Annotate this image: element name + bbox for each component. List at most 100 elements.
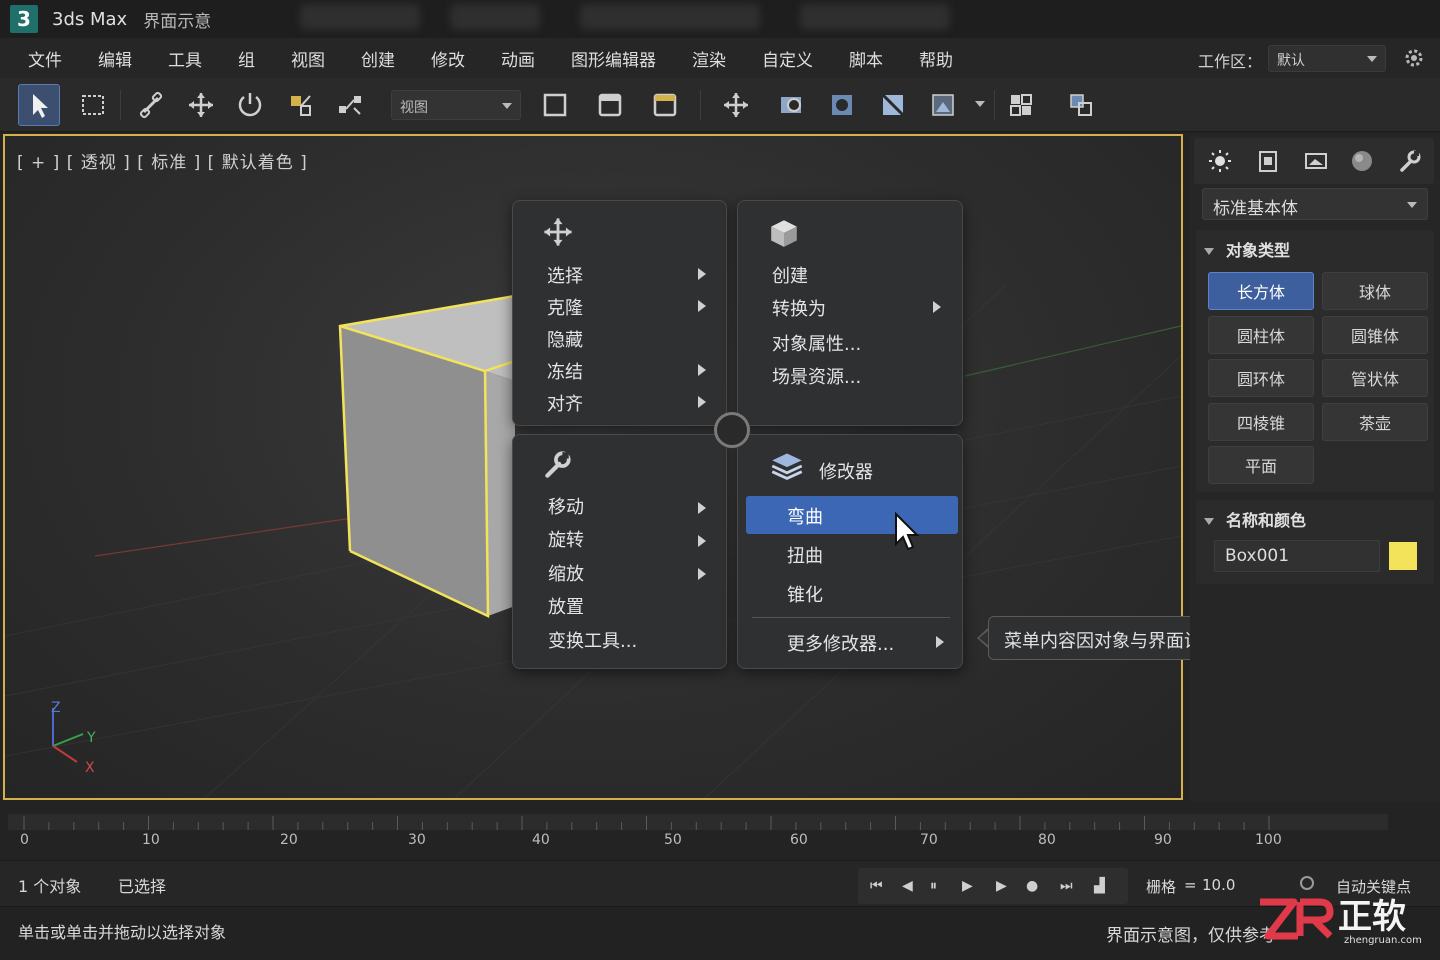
chevron-down-icon[interactable] — [975, 101, 985, 107]
menu-graph-editors[interactable]: 图形编辑器 — [571, 46, 656, 71]
quad-item-align[interactable]: 对齐 — [547, 390, 583, 416]
window-subtitle: 界面示意 — [143, 11, 212, 32]
render-setup-icon[interactable] — [589, 84, 631, 126]
tick-label: 80 — [1038, 832, 1056, 848]
primitive-type-select[interactable]: 标准基本体 — [1202, 188, 1428, 220]
pause-icon[interactable]: ⏸ — [930, 878, 937, 894]
render-frame-icon[interactable] — [534, 84, 576, 126]
quad-item-rotate[interactable]: 旋转 — [548, 526, 584, 552]
quad-item-create[interactable]: 创建 — [772, 262, 808, 288]
scale-icon[interactable] — [279, 84, 321, 126]
quad-item-twist[interactable]: 扭曲 — [787, 542, 823, 568]
tick-label: 10 — [142, 832, 160, 848]
menu-group[interactable]: 组 — [238, 46, 255, 71]
record-icon[interactable]: ● — [1026, 878, 1038, 894]
object-button-plane[interactable]: 平面 — [1208, 446, 1314, 484]
orbit-icon[interactable] — [821, 84, 863, 126]
quad-item-bend[interactable]: 弯曲 — [787, 503, 823, 529]
main-toolbar: 视图 — [0, 78, 1440, 132]
workspace-select[interactable]: 默认 — [1268, 45, 1386, 72]
go-to-end-icon[interactable]: ⏭ — [1060, 878, 1073, 894]
quad-item-scale[interactable]: 缩放 — [548, 560, 584, 586]
quad-item-move[interactable]: 移动 — [548, 493, 584, 519]
select-region-icon[interactable] — [72, 84, 114, 126]
rotate-icon[interactable] — [229, 84, 271, 126]
object-button-pyramid[interactable]: 四棱锥 — [1208, 403, 1314, 441]
material-editor-icon[interactable] — [872, 84, 914, 126]
quad-item-clone[interactable]: 克隆 — [547, 294, 583, 320]
object-name-field[interactable]: Box001 — [1214, 540, 1380, 572]
tick-label: 70 — [920, 832, 938, 848]
submenu-arrow-icon — [698, 535, 706, 547]
name-color-header[interactable]: 名称和颜色 — [1204, 507, 1306, 531]
layer-icon[interactable] — [1000, 84, 1042, 126]
quad-item-convert-to[interactable]: 转换为 — [772, 295, 826, 321]
viewport-label[interactable]: [ + ] [ 透视 ] [ 标准 ] [ 默认着色 ] — [17, 148, 308, 173]
auto-key-radio[interactable] — [1300, 876, 1314, 890]
previous-frame-icon[interactable]: ◀ — [902, 878, 913, 894]
y-axis-line — [964, 325, 1181, 377]
selection-status: 已选择 — [118, 877, 167, 896]
gear-icon[interactable] — [1402, 46, 1426, 70]
menu-tools[interactable]: 工具 — [168, 46, 202, 71]
object-button-cylinder[interactable]: 圆柱体 — [1208, 316, 1314, 354]
object-button-tube[interactable]: 管状体 — [1322, 359, 1428, 397]
move-icon[interactable] — [180, 84, 222, 126]
quad-item-select[interactable]: 选择 — [547, 262, 583, 288]
quad-item-more-modifiers[interactable]: 更多修改器... — [787, 630, 894, 656]
object-button-box[interactable]: 长方体 — [1208, 272, 1314, 310]
quad-item-object-properties[interactable]: 对象属性... — [772, 330, 861, 356]
tick-label: 30 — [408, 832, 426, 848]
zoom-icon[interactable] — [770, 84, 812, 126]
object-button-torus[interactable]: 圆环体 — [1208, 359, 1314, 397]
object-button-cone[interactable]: 圆锥体 — [1322, 316, 1428, 354]
quad-menu-bottom-right: 修改器 弯曲 扭曲 锥化 更多修改器... — [737, 434, 963, 669]
link-icon[interactable] — [130, 84, 172, 126]
tick-label: 60 — [790, 832, 808, 848]
render-production-icon[interactable] — [922, 84, 964, 126]
key-filter-icon[interactable]: ▟ — [1094, 878, 1105, 894]
menu-customize[interactable]: 自定义 — [762, 46, 813, 71]
workspace-label: 工作区： — [1198, 52, 1263, 71]
quad-item-hide[interactable]: 隐藏 — [547, 326, 583, 352]
quad-item-place[interactable]: 放置 — [548, 593, 584, 619]
quad-item-transform-tools[interactable]: 变换工具... — [548, 627, 637, 653]
menu-rendering[interactable]: 渲染 — [692, 46, 726, 71]
clipboard-icon[interactable] — [1256, 149, 1280, 173]
sphere-icon[interactable] — [1350, 149, 1374, 173]
go-to-start-icon[interactable]: ⏮ — [870, 878, 883, 894]
modifiers-title: 修改器 — [819, 462, 873, 483]
menu-views[interactable]: 视图 — [291, 46, 325, 71]
menu-modify[interactable]: 修改 — [431, 46, 465, 71]
quad-item-scene-resources[interactable]: 场景资源... — [772, 363, 861, 389]
watermark-site: zhengruan.com — [1344, 935, 1422, 946]
blurred-decoration — [300, 4, 420, 30]
pan-icon[interactable] — [715, 84, 757, 126]
play-icon[interactable]: ▶ — [962, 878, 973, 894]
bind-icon[interactable] — [329, 84, 371, 126]
next-frame-icon[interactable]: ▶ — [996, 878, 1007, 894]
menu-file[interactable]: 文件 — [28, 46, 62, 71]
menu-create[interactable]: 创建 — [361, 46, 395, 71]
wrench-icon[interactable] — [1398, 149, 1422, 173]
reference-coordinate-select[interactable]: 视图 — [391, 90, 521, 120]
name-color-title: 名称和颜色 — [1226, 511, 1307, 530]
object-color-swatch[interactable] — [1388, 541, 1418, 571]
quad-item-taper[interactable]: 锥化 — [787, 581, 823, 607]
scene-explorer-icon[interactable] — [1060, 84, 1102, 126]
render-icon[interactable] — [644, 84, 686, 126]
menu-animation[interactable]: 动画 — [501, 46, 535, 71]
sun-icon[interactable] — [1208, 149, 1232, 173]
object-button-sphere[interactable]: 球体 — [1322, 272, 1428, 310]
menu-scripting[interactable]: 脚本 — [849, 46, 883, 71]
chevron-down-icon — [1407, 202, 1417, 208]
menu-help[interactable]: 帮助 — [919, 46, 953, 71]
display-icon[interactable] — [1304, 149, 1328, 173]
object-button-teapot[interactable]: 茶壶 — [1322, 403, 1428, 441]
timeline[interactable]: 0 10 20 30 40 50 60 70 80 90 100 — [0, 804, 1440, 860]
select-arrow-icon[interactable] — [18, 84, 60, 126]
playback-controls: ⏮ ◀ ⏸ ▶ ▶ ● ⏭ ▟ — [858, 868, 1128, 904]
quad-item-freeze[interactable]: 冻结 — [547, 358, 583, 384]
object-type-header[interactable]: 对象类型 — [1204, 237, 1290, 261]
menu-edit[interactable]: 编辑 — [98, 46, 132, 71]
